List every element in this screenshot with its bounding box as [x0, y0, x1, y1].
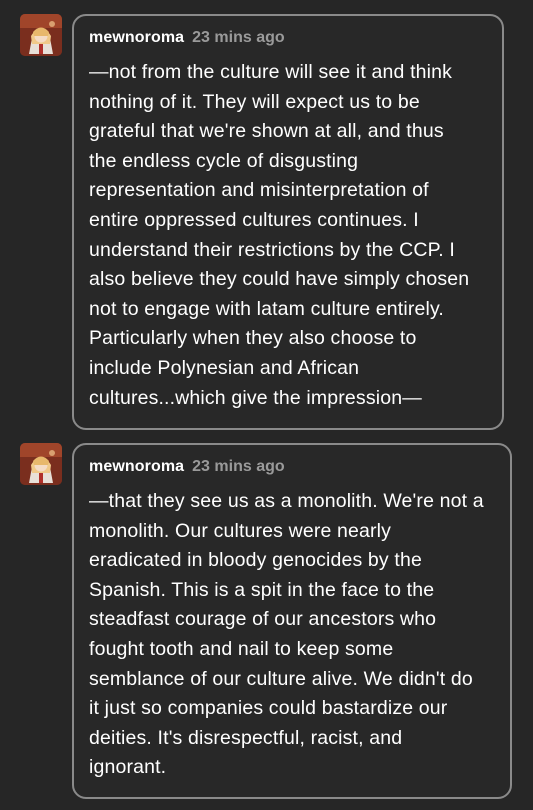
comment-thread: mewnoroma 23 mins ago —not from the cult… [0, 0, 533, 810]
timestamp: 23 mins ago [192, 458, 285, 475]
timestamp: 23 mins ago [192, 29, 285, 46]
comment: mewnoroma 23 mins ago —not from the cult… [0, 14, 533, 430]
anime-character-avatar-icon [20, 443, 62, 485]
username-link[interactable]: mewnoroma [89, 29, 184, 47]
comment-meta: mewnoroma 23 mins ago [89, 26, 488, 50]
comment-meta: mewnoroma 23 mins ago [89, 455, 496, 479]
avatar[interactable] [20, 14, 62, 56]
comment-bubble: mewnoroma 23 mins ago —that they see us … [72, 443, 512, 799]
comment-text: —that they see us as a monolith. We're n… [89, 490, 484, 779]
anime-character-avatar-icon [20, 14, 62, 56]
username-link[interactable]: mewnoroma [89, 458, 184, 476]
comment-text: —not from the culture will see it and th… [89, 61, 470, 409]
avatar[interactable] [20, 443, 62, 485]
comment: mewnoroma 23 mins ago —that they see us … [0, 443, 533, 799]
comment-bubble: mewnoroma 23 mins ago —not from the cult… [72, 14, 504, 430]
